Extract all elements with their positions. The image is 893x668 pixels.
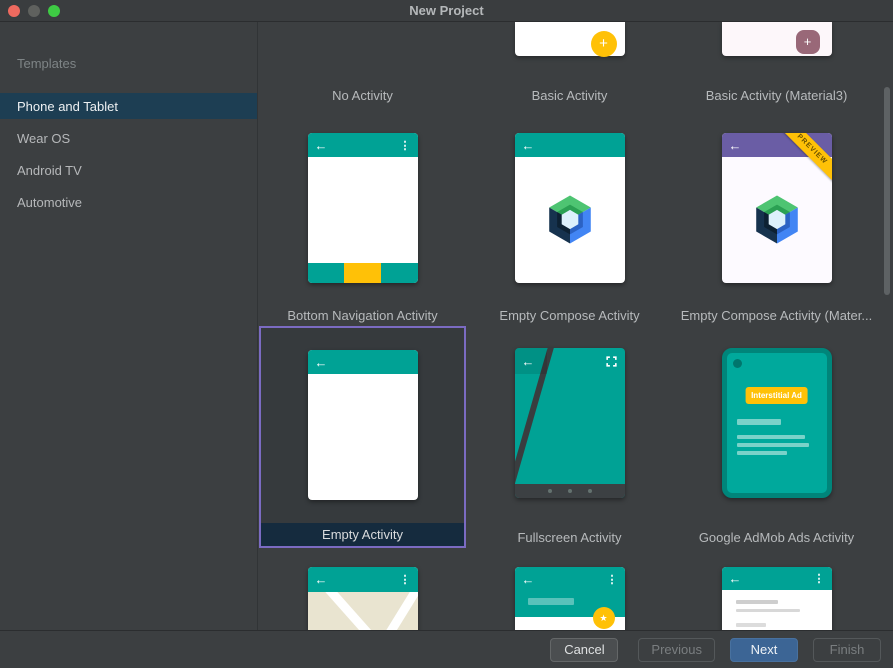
jetpack-compose-logo-icon	[753, 193, 801, 251]
template-card-basic-activity[interactable]: + Basic Activity	[466, 22, 673, 110]
empty-activity-thumbnail: ←	[307, 350, 418, 500]
sidebar-item-wear-os[interactable]: Wear OS	[0, 125, 257, 151]
maps-thumbnail: ← ⋮	[307, 567, 418, 630]
basic-activity-material3-thumbnail: +	[721, 22, 832, 56]
back-arrow-icon: ←	[521, 353, 535, 369]
sidebar-item-label: Phone and Tablet	[17, 98, 118, 114]
template-label: Fullscreen Activity	[517, 530, 622, 545]
finish-button[interactable]: Finish	[813, 637, 881, 662]
template-label: Google AdMob Ads Activity	[698, 530, 855, 545]
cancel-button[interactable]: Cancel	[550, 637, 619, 662]
template-card-basic-activity-material3[interactable]: + Basic Activity (Material3)	[673, 22, 880, 110]
back-arrow-icon: ←	[728, 137, 742, 153]
admob-thumbnail: Interstitial Ad	[721, 348, 832, 498]
kebab-menu-icon: ⋮	[399, 574, 411, 586]
kebab-menu-icon: ⋮	[813, 573, 825, 585]
back-arrow-icon: ←	[728, 571, 742, 586]
next-button[interactable]: Next	[730, 637, 798, 662]
back-arrow-icon: ←	[521, 571, 535, 587]
empty-compose-material3-thumbnail: ← PREVIEW	[721, 133, 832, 283]
template-card-bottom-navigation-activity[interactable]: ← ⋮ Bottom Navigation Activity	[259, 126, 466, 326]
back-arrow-icon: ←	[314, 354, 328, 370]
template-card-no-activity[interactable]: No Activity	[259, 22, 466, 110]
templates-header: Templates	[17, 56, 77, 71]
fab-star-icon: ★	[592, 607, 615, 629]
template-label: Basic Activity	[531, 88, 608, 103]
bottom-navigation-thumbnail: ← ⋮	[307, 133, 418, 283]
basic-activity-thumbnail: +	[514, 22, 625, 57]
back-arrow-icon: ←	[521, 137, 535, 153]
template-card-fullscreen-activity[interactable]: ← Fullscreen Activity	[466, 326, 673, 548]
sidebar-item-android-tv[interactable]: Android TV	[0, 157, 257, 183]
sidebar-item-label: Automotive	[17, 194, 83, 210]
interstitial-ad-badge: Interstitial Ad	[745, 387, 808, 404]
template-label: Empty Compose Activity	[499, 308, 640, 323]
kebab-menu-icon: ⋮	[606, 573, 618, 586]
sidebar-item-phone-and-tablet[interactable]: Phone and Tablet	[0, 93, 257, 119]
template-card-empty-activity-selected[interactable]: ← Empty Activity	[259, 326, 466, 548]
empty-compose-thumbnail: ←	[514, 133, 625, 283]
footer-bar: Cancel Previous Next Finish	[0, 630, 893, 668]
titlebar: New Project	[0, 0, 893, 22]
template-grid: No Activity + Basic Activity + Basic Act…	[258, 22, 893, 630]
template-card-empty-compose-activity-material3[interactable]: ← PREVIEW Empty Compose Activity (Mater.…	[673, 126, 880, 326]
template-label: No Activity	[332, 88, 393, 103]
jetpack-compose-logo-icon	[546, 193, 594, 251]
templates-sidebar: Templates Phone and Tablet Wear OS Andro…	[0, 22, 258, 630]
selected-template-label: Empty Activity	[261, 523, 464, 546]
template-card-maps[interactable]: ← ⋮	[259, 563, 466, 630]
fab-plus-icon: +	[590, 31, 617, 57]
back-arrow-icon: ←	[314, 137, 328, 153]
template-card-google-admob-ads-activity[interactable]: Interstitial Ad Google AdMob Ads Activit…	[673, 326, 880, 548]
template-label: Empty Compose Activity (Mater...	[680, 308, 873, 323]
map-graphic	[307, 581, 418, 630]
template-card-scrolling[interactable]: ← ⋮ ★	[466, 563, 673, 630]
template-label: Bottom Navigation Activity	[287, 308, 438, 323]
fullscreen-thumbnail: ←	[514, 348, 625, 498]
kebab-menu-icon: ⋮	[399, 139, 411, 152]
template-card-empty-compose-activity[interactable]: ← Empty Compose Activity	[466, 126, 673, 326]
scrollbar-thumb[interactable]	[884, 87, 890, 295]
scrolling-thumbnail: ← ⋮ ★	[514, 567, 625, 630]
sidebar-item-label: Android TV	[17, 162, 82, 178]
list-thumbnail: ← ⋮	[721, 567, 832, 630]
window-title: New Project	[409, 3, 484, 18]
fab-plus-icon: +	[795, 30, 820, 54]
camera-dot-icon	[732, 359, 742, 368]
previous-button[interactable]: Previous	[638, 637, 715, 662]
sidebar-item-automotive[interactable]: Automotive	[0, 189, 257, 215]
new-project-window: New Project Templates Phone and Tablet W…	[0, 0, 893, 668]
template-card-list[interactable]: ← ⋮	[673, 563, 880, 630]
back-arrow-icon: ←	[314, 572, 328, 587]
android-nav-bar	[514, 484, 625, 498]
sidebar-item-label: Wear OS	[17, 130, 71, 146]
fullscreen-corners-icon	[605, 355, 618, 373]
template-label: Basic Activity (Material3)	[705, 88, 848, 103]
bottom-nav-bar	[307, 263, 418, 283]
